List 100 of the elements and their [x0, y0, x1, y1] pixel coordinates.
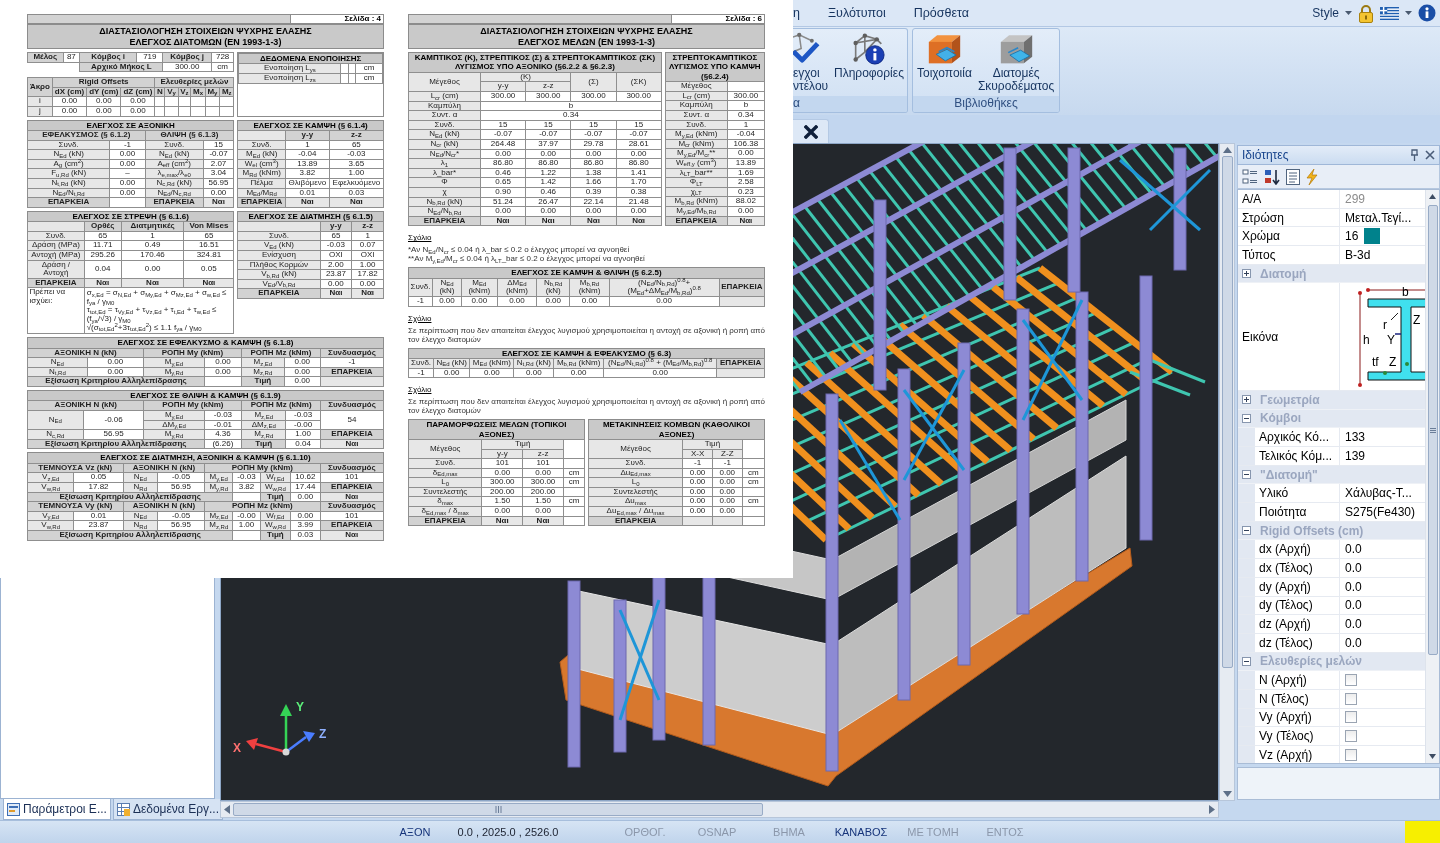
- table-cell: 17.82: [73, 482, 124, 493]
- property-value[interactable]: 0.0: [1345, 596, 1362, 615]
- table-cell: 51.24: [480, 197, 526, 207]
- checkbox[interactable]: [1345, 692, 1357, 705]
- row-label: Δu$_{Ed,max}$ / Δu$_{max}$: [588, 506, 683, 517]
- table-cell: 1.00: [285, 429, 321, 440]
- property-value[interactable]: 0.0: [1345, 577, 1362, 596]
- close-icon[interactable]: [804, 124, 818, 139]
- table-cell: Ναι: [616, 216, 662, 226]
- table-cell: 0.00: [522, 506, 564, 517]
- scroll-up-icon[interactable]: [1429, 194, 1436, 199]
- property-value[interactable]: 133: [1345, 428, 1366, 446]
- property-pages-icon[interactable]: [1286, 168, 1300, 185]
- table-cell: 86.80: [570, 158, 617, 169]
- collapse-icon[interactable]: [1242, 526, 1251, 536]
- table-cell: -1: [109, 140, 146, 150]
- padlock-icon[interactable]: [1358, 3, 1374, 23]
- ribbon-tab[interactable]: Πρόσθετα: [899, 1, 984, 25]
- scrollbar-thumb[interactable]: [1427, 205, 1438, 655]
- table-cell: -0.07: [525, 129, 571, 140]
- checkbox[interactable]: [1345, 730, 1357, 743]
- scroll-down-icon[interactable]: [1222, 791, 1232, 797]
- row-label: (N$_{Ed}$/N$_{t,Rd}$)$^{0.8}$ + (M$_{Ed}$/M$_{b,Rd}$)$^{0.8}$: [603, 358, 717, 368]
- sort-icon[interactable]: [1264, 168, 1280, 185]
- table-cell: 0.00: [682, 477, 713, 488]
- property-value[interactable]: 0.0: [1345, 540, 1362, 559]
- table-cell: 300.00: [727, 91, 765, 101]
- panel-tab[interactable]: Παράμετροι Ε...: [3, 799, 111, 820]
- ribbon-tab[interactable]: Ξυλότυποι: [813, 1, 900, 25]
- checkbox[interactable]: [1345, 674, 1357, 687]
- table-cell: -1: [320, 357, 384, 368]
- row-label: ΔM$_{z,Ed}$: [241, 420, 286, 430]
- property-value[interactable]: B-3d: [1345, 246, 1371, 264]
- status-item[interactable]: ΚΑΝΑΒΟΣ: [825, 823, 897, 841]
- table-header: Rigid Offsets: [52, 77, 155, 88]
- table-header: y-y: [285, 130, 330, 141]
- horizontal-scrollbar[interactable]: [220, 801, 1219, 818]
- scrollbar-thumb[interactable]: [233, 803, 763, 816]
- page-number: Σελίδα : 4: [290, 14, 384, 24]
- table-header: M$_{y}$: [205, 87, 220, 97]
- property-value[interactable]: Μεταλ.Τεγί...: [1345, 208, 1412, 227]
- checkbox[interactable]: [1345, 711, 1357, 724]
- ribbon-button[interactable]: Διατομές Σκυροδέματος: [975, 32, 1057, 96]
- table-cell: (6.26): [204, 439, 242, 449]
- ribbon-button[interactable]: Πληροφορίες: [832, 32, 906, 96]
- table-cell: 28.61: [616, 139, 662, 150]
- document-tab[interactable]: [793, 119, 829, 143]
- row-label: V$_{b,Rd}$ (kN): [237, 269, 321, 280]
- table-cell: 200.00: [481, 487, 523, 497]
- grip-icon[interactable]: [1429, 427, 1436, 433]
- table-cell: -0.07: [203, 149, 234, 160]
- collapse-icon[interactable]: [1242, 470, 1251, 480]
- table-header: ΕΠΑΡΚΕΙΑ: [588, 516, 683, 526]
- table-header: ΕΠΑΡΚΕΙΑ: [320, 429, 384, 440]
- scrollbar-thumb[interactable]: [1221, 156, 1233, 668]
- style-menu[interactable]: Style: [1312, 4, 1339, 22]
- table-header: ΑΞΟΝΙΚΗ N (kN): [123, 463, 205, 473]
- caret-icon[interactable]: [1345, 11, 1352, 15]
- row-label: N$_{c,Rd}$ (kN): [145, 178, 204, 189]
- pin-icon[interactable]: [1410, 149, 1419, 161]
- table-cell: 13.89: [285, 159, 330, 169]
- scroll-up-icon[interactable]: [1222, 147, 1232, 153]
- section-title: ΔΕΔΟΜΕΝΑ ΕΝΟΠΟΙΗΣΗΣ: [238, 53, 383, 64]
- grip-icon[interactable]: [494, 806, 502, 813]
- categorized-view-icon[interactable]: [1242, 168, 1258, 185]
- table-cell: 0.00: [513, 368, 554, 378]
- table-header: Διατμητικές: [121, 221, 184, 232]
- row-label: λ$_{LT}$_bar**: [665, 168, 728, 178]
- vertical-scrollbar[interactable]: [1425, 190, 1439, 763]
- table-cell: 22.14: [570, 197, 617, 207]
- property-value[interactable]: S275(Fe430): [1345, 503, 1416, 521]
- row-label: N$_{Rd}$: [123, 482, 158, 493]
- property-value[interactable]: 0.0: [1345, 633, 1362, 652]
- expand-icon[interactable]: [1242, 269, 1251, 279]
- ribbon-button[interactable]: Τοιχοποιία: [915, 32, 974, 96]
- flag-icon[interactable]: [1380, 6, 1399, 20]
- table-cell: 65: [320, 231, 352, 241]
- collapse-icon[interactable]: [1242, 656, 1251, 666]
- property-value[interactable]: Χάλυβας-Τ...: [1345, 484, 1412, 503]
- property-value[interactable]: 16: [1345, 227, 1359, 246]
- row-label: δ$_{max}$: [408, 496, 482, 507]
- scroll-right-icon[interactable]: [1209, 805, 1215, 814]
- property-value[interactable]: 139: [1345, 447, 1366, 465]
- collapse-icon[interactable]: [1242, 413, 1251, 423]
- caret-icon[interactable]: [1405, 11, 1412, 15]
- row-label: L$_{0}$: [588, 477, 683, 488]
- table-cell: -0.01: [204, 420, 242, 430]
- vertical-scrollbar[interactable]: [1219, 143, 1235, 801]
- property-value[interactable]: 0.0: [1345, 559, 1362, 577]
- axis-label: Y: [296, 700, 304, 714]
- expand-icon[interactable]: [1242, 395, 1251, 405]
- table-cell: -0.04: [285, 149, 330, 160]
- table-cell: 0.00: [536, 296, 570, 306]
- ribbon-button[interactable]: εγχοι ντέλου: [793, 32, 830, 96]
- property-value[interactable]: 0.0: [1345, 615, 1362, 633]
- panel-tab[interactable]: Δεδομένα Εργ...: [112, 799, 223, 820]
- checkbox[interactable]: [1345, 748, 1357, 761]
- scroll-down-icon[interactable]: [1429, 754, 1436, 759]
- ribbon-tab[interactable]: η: [793, 1, 814, 25]
- info-icon[interactable]: [1418, 4, 1436, 22]
